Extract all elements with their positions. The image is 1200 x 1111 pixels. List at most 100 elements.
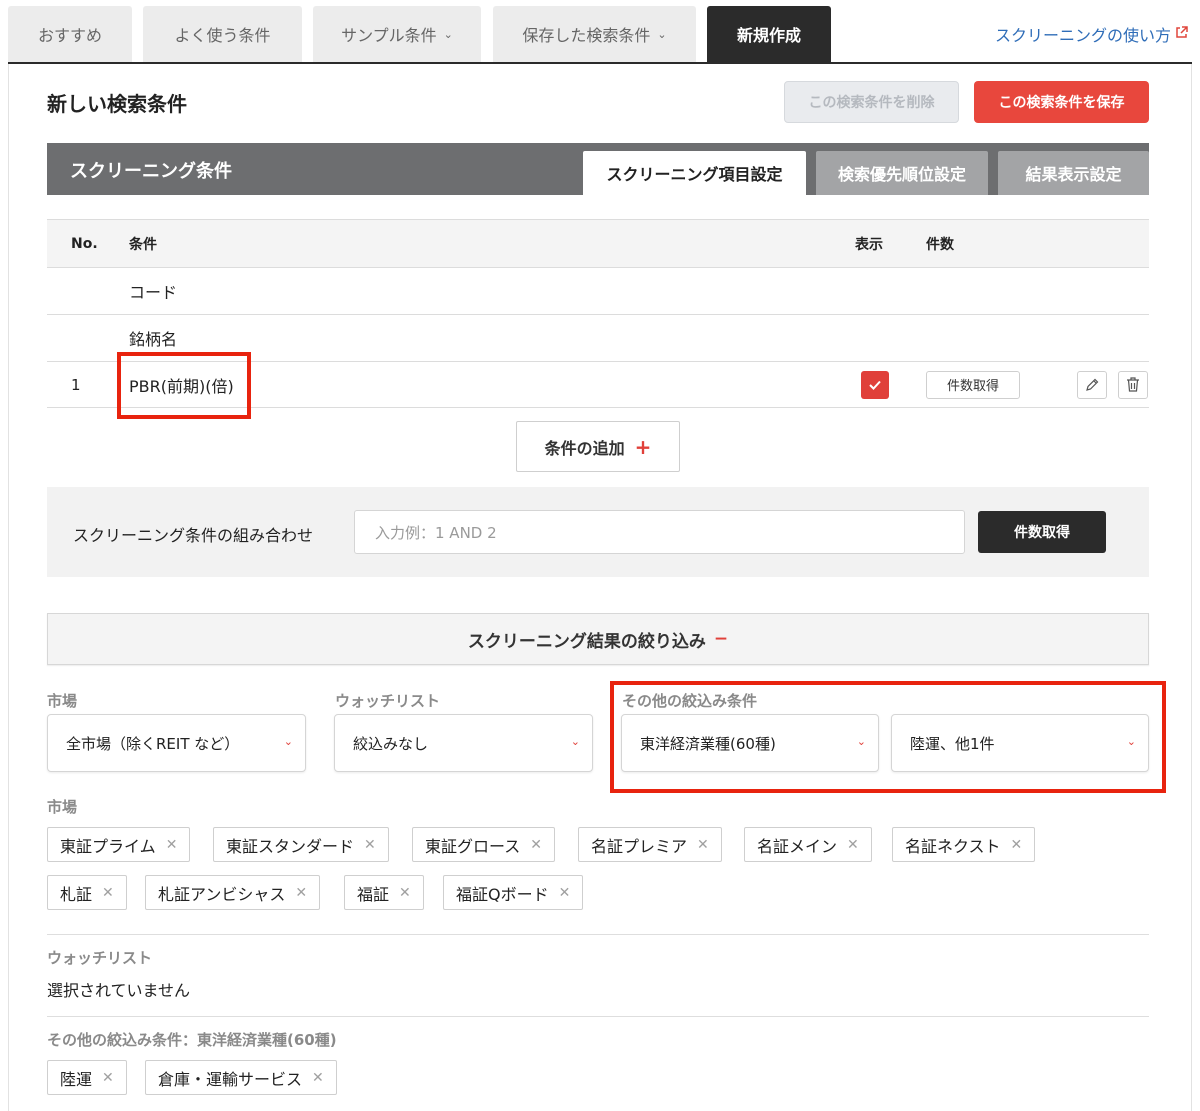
industry-chip[interactable]: 倉庫・運輸サービス ✕	[145, 1060, 337, 1095]
market-chip[interactable]: 札証 ✕	[47, 875, 127, 910]
chip-label: 東証スタンダード	[226, 836, 355, 856]
watchlist-summary-heading: ウォッチリスト	[47, 949, 153, 967]
market-chip[interactable]: 東証プライム ✕	[47, 827, 191, 862]
market-chip[interactable]: 名証プレミア ✕	[578, 827, 722, 862]
tab-screening-items[interactable]: スクリーニング項目設定	[583, 151, 806, 195]
delete-condition-button[interactable]: この検索条件を削除	[784, 81, 959, 123]
row-condition: 銘柄名	[129, 330, 178, 349]
close-icon[interactable]: ✕	[847, 837, 859, 853]
external-link-icon	[1175, 25, 1188, 43]
help-link[interactable]: スクリーニングの使い方	[995, 22, 1188, 46]
divider	[47, 934, 1149, 935]
save-condition-button[interactable]: この検索条件を保存	[974, 81, 1149, 123]
get-count-button[interactable]: 件数取得	[926, 370, 1020, 399]
market-chip[interactable]: 名証ネクスト ✕	[892, 827, 1036, 862]
add-condition-button[interactable]: 条件の追加 +	[516, 421, 680, 472]
watchlist-filter-label: ウォッチリスト	[335, 692, 441, 710]
chip-label: 名証ネクスト	[905, 836, 1001, 856]
checkmark-icon	[869, 380, 881, 390]
tab-label: よく使う条件	[174, 26, 271, 45]
column-no: No.	[71, 235, 98, 252]
plus-icon: +	[634, 434, 652, 459]
close-icon[interactable]: ✕	[1011, 837, 1023, 853]
top-navigation: おすすめ よく使う条件 サンプル条件 ⌄ 保存した検索条件 ⌄ 新規作成 スクリーニ…	[0, 0, 1200, 64]
close-icon[interactable]: ✕	[399, 885, 411, 901]
close-icon[interactable]: ✕	[697, 837, 709, 853]
chevron-down-icon: ⌄	[283, 735, 293, 748]
chip-label: 福証	[357, 884, 390, 904]
market-chip[interactable]: 名証メイン ✕	[744, 827, 872, 862]
industry-chip[interactable]: 陸運 ✕	[47, 1060, 127, 1095]
combination-panel: スクリーニング条件の組み合わせ 入力例：1 AND 2 件数取得	[47, 487, 1149, 577]
close-icon[interactable]: ✕	[295, 885, 307, 901]
tab-frequent-conditions[interactable]: よく使う条件	[143, 6, 302, 62]
tab-search-priority[interactable]: 検索優先順位設定	[816, 151, 988, 195]
delete-row-button[interactable]	[1118, 370, 1148, 399]
market-select-value: 全市場（除くREIT など）	[66, 734, 240, 753]
section-title: スクリーニング条件	[70, 161, 232, 182]
market-filter-label: 市場	[47, 692, 78, 710]
close-icon[interactable]: ✕	[364, 837, 376, 853]
close-icon[interactable]: ✕	[559, 885, 571, 901]
row-no: 1	[71, 375, 81, 394]
show-checkbox[interactable]	[861, 370, 889, 399]
chip-label: 札証	[60, 884, 93, 904]
close-icon[interactable]: ✕	[102, 1070, 114, 1086]
combination-count-button[interactable]: 件数取得	[978, 511, 1106, 553]
minus-icon: −	[713, 629, 729, 649]
refine-results-toggle[interactable]: スクリーニング結果の絞り込み −	[47, 613, 1149, 665]
market-chip[interactable]: 福証 ✕	[344, 875, 424, 910]
tab-label: 新規作成	[736, 26, 801, 45]
close-icon[interactable]: ✕	[166, 837, 178, 853]
column-count: 件数	[926, 236, 954, 253]
tab-saved-conditions[interactable]: 保存した検索条件 ⌄	[493, 6, 696, 62]
highlight-box	[610, 681, 1166, 793]
close-icon[interactable]: ✕	[102, 885, 114, 901]
market-chip[interactable]: 東証グロース ✕	[412, 827, 555, 862]
watchlist-summary-text: 選択されていません	[47, 981, 191, 1000]
tab-sample-conditions[interactable]: サンプル条件 ⌄	[313, 6, 481, 62]
row-condition: コード	[129, 283, 178, 302]
chevron-down-icon: ⌄	[570, 735, 580, 748]
combination-label: スクリーニング条件の組み合わせ	[73, 526, 314, 545]
tab-label: おすすめ	[37, 26, 102, 45]
market-select[interactable]: 全市場（除くREIT など） ⌄	[47, 714, 306, 772]
chip-label: 東証プライム	[60, 836, 156, 856]
trash-icon	[1127, 377, 1139, 392]
close-icon[interactable]: ✕	[530, 837, 542, 853]
screening-conditions-header: スクリーニング条件 スクリーニング項目設定 検索優先順位設定 結果表示設定	[47, 143, 1149, 195]
chip-label: 陸運	[60, 1069, 93, 1089]
chip-label: 東証グロース	[425, 836, 521, 856]
refine-title: スクリーニング結果の絞り込み	[467, 631, 706, 652]
watchlist-select-value: 絞込みなし	[353, 734, 429, 753]
chip-label: 倉庫・運輸サービス	[158, 1069, 303, 1089]
chip-label: 札証アンビシャス	[158, 884, 286, 904]
combination-input[interactable]: 入力例：1 AND 2	[354, 510, 965, 554]
chevron-down-icon: ⌄	[657, 27, 667, 41]
column-condition: 条件	[129, 236, 157, 253]
tab-label: サンプル条件	[341, 26, 437, 45]
chevron-down-icon: ⌄	[443, 27, 453, 41]
chip-label: 名証メイン	[757, 836, 838, 856]
market-chip[interactable]: 札証アンビシャス ✕	[145, 875, 321, 910]
tab-new[interactable]: 新規作成	[707, 6, 831, 62]
tab-result-display[interactable]: 結果表示設定	[998, 151, 1149, 195]
market-summary-heading: 市場	[47, 798, 78, 816]
other-summary-heading: その他の絞込み条件：東洋経済業種(60種)	[47, 1031, 337, 1049]
highlight-box	[117, 352, 251, 419]
market-chip[interactable]: 東証スタンダード ✕	[213, 827, 389, 862]
pencil-icon	[1086, 378, 1099, 391]
chip-label: 福証Qボード	[456, 884, 549, 904]
column-show: 表示	[855, 236, 883, 253]
market-chip[interactable]: 福証Qボード ✕	[443, 875, 584, 910]
close-icon[interactable]: ✕	[312, 1070, 324, 1086]
edit-button[interactable]	[1077, 370, 1107, 399]
watchlist-select[interactable]: 絞込みなし ⌄	[334, 714, 593, 772]
table-row: コード	[47, 267, 1149, 314]
help-link-label: スクリーニングの使い方	[994, 26, 1171, 45]
chip-label: 名証プレミア	[591, 836, 688, 856]
add-condition-label: 条件の追加	[544, 438, 625, 458]
tab-recommended[interactable]: おすすめ	[8, 6, 132, 62]
tab-label: 保存した検索条件	[522, 26, 651, 45]
table-header: No. 条件 表示 件数	[47, 219, 1149, 267]
